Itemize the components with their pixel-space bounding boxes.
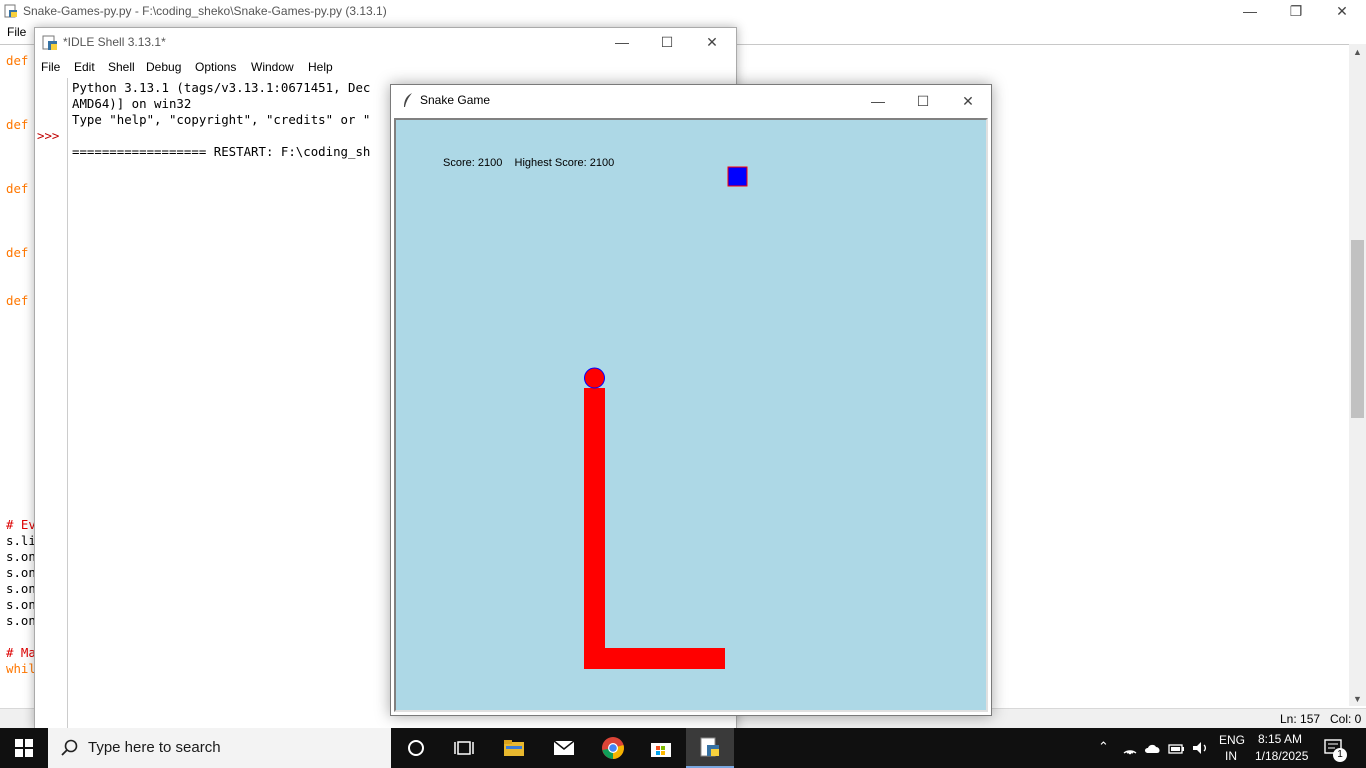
code-line: s.on bbox=[6, 581, 36, 596]
clock-time[interactable]: 8:15 AM bbox=[1258, 732, 1302, 746]
shell-line: Type "help", "copyright", "credits" or " bbox=[72, 112, 371, 127]
editor-restore-button[interactable]: ❐ bbox=[1273, 0, 1319, 22]
region-indicator[interactable]: IN bbox=[1225, 749, 1237, 763]
mail-icon[interactable] bbox=[540, 728, 588, 768]
shell-menu-edit[interactable]: Edit bbox=[74, 60, 95, 74]
shell-minimize-button[interactable]: — bbox=[599, 28, 645, 56]
shell-window-title: *IDLE Shell 3.13.1* bbox=[63, 35, 166, 49]
shell-line: Python 3.13.1 (tags/v3.13.1:0671451, Dec bbox=[72, 80, 371, 95]
store-icon[interactable] bbox=[637, 728, 685, 768]
shell-menu-shell[interactable]: Shell bbox=[108, 60, 135, 74]
scroll-up-icon[interactable]: ▲ bbox=[1353, 47, 1362, 57]
code-line: s.on bbox=[6, 597, 36, 612]
task-view-icon[interactable] bbox=[440, 728, 488, 768]
cortana-icon[interactable] bbox=[392, 728, 440, 768]
snake-head bbox=[584, 367, 605, 389]
snake-body-horizontal bbox=[584, 648, 725, 669]
shell-menu-options[interactable]: Options bbox=[195, 60, 236, 74]
game-canvas[interactable]: Score: 2100 Highest Score: 2100 bbox=[394, 118, 988, 712]
show-hidden-icons-icon[interactable]: ⌃ bbox=[1098, 739, 1109, 755]
chrome-icon[interactable] bbox=[589, 728, 637, 768]
shell-menu-window[interactable]: Window bbox=[251, 60, 294, 74]
shell-title-bar[interactable]: *IDLE Shell 3.13.1* — ☐ ✕ bbox=[35, 28, 736, 56]
snake-maximize-button[interactable]: ☐ bbox=[900, 87, 946, 115]
search-icon bbox=[61, 739, 78, 756]
snake-title-bar[interactable]: Snake Game — ☐ ✕ bbox=[391, 85, 991, 116]
editor-close-button[interactable]: ✕ bbox=[1319, 0, 1365, 22]
code-line: s.on bbox=[6, 549, 36, 564]
editor-window-title: Snake-Games-py.py - F:\coding_sheko\Snak… bbox=[23, 4, 387, 18]
search-placeholder: Type here to search bbox=[88, 739, 221, 756]
code-line: s.li bbox=[6, 533, 36, 548]
shell-close-button[interactable]: ✕ bbox=[689, 28, 735, 56]
code-line: def bbox=[6, 245, 29, 260]
status-line: Ln: 157 bbox=[1280, 712, 1321, 726]
python-file-icon bbox=[4, 4, 17, 18]
snake-window-title: Snake Game bbox=[420, 93, 491, 107]
language-indicator[interactable]: ENG bbox=[1219, 733, 1245, 747]
idle-icon bbox=[42, 35, 57, 50]
onedrive-icon[interactable] bbox=[1144, 742, 1162, 754]
code-line: s.on bbox=[6, 565, 36, 580]
editor-title-bar[interactable]: Snake-Games-py.py - F:\coding_sheko\Snak… bbox=[0, 0, 1366, 22]
shell-menu-file[interactable]: File bbox=[41, 60, 60, 74]
shell-line: ================== RESTART: F:\coding_sh bbox=[72, 144, 371, 159]
status-col: Col: 0 bbox=[1330, 712, 1362, 726]
food-square bbox=[727, 166, 748, 187]
code-line: # Ma bbox=[6, 645, 36, 660]
shell-line: AMD64)] on win32 bbox=[72, 96, 192, 111]
code-line: def bbox=[6, 53, 29, 68]
taskbar-search-box[interactable]: Type here to search bbox=[48, 728, 391, 768]
scroll-down-icon[interactable]: ▼ bbox=[1353, 694, 1362, 704]
code-line: whil bbox=[6, 661, 36, 676]
shell-menu-bar: File Edit Shell Debug Options Window Hel… bbox=[35, 56, 736, 78]
snake-game-window: Snake Game — ☐ ✕ Score: 2100 Highest Sco… bbox=[390, 84, 992, 716]
snake-body-vertical bbox=[584, 388, 605, 669]
shell-maximize-button[interactable]: ☐ bbox=[644, 28, 690, 56]
code-line: def bbox=[6, 293, 29, 308]
code-line: def bbox=[6, 117, 29, 132]
windows-logo-icon bbox=[15, 739, 33, 757]
volume-icon[interactable] bbox=[1192, 741, 1210, 755]
editor-menu-file[interactable]: File bbox=[7, 25, 26, 39]
start-button[interactable] bbox=[0, 728, 48, 768]
editor-scroll-thumb[interactable] bbox=[1351, 240, 1364, 418]
shell-menu-help[interactable]: Help bbox=[308, 60, 333, 74]
shell-prompt-gutter: >>> bbox=[35, 78, 68, 728]
code-line: def bbox=[6, 181, 29, 196]
python-idle-icon[interactable] bbox=[686, 728, 734, 768]
wifi-icon[interactable] bbox=[1122, 741, 1138, 755]
code-line: # Ev bbox=[6, 517, 36, 532]
taskbar: Type here to search ⌃ ENG IN 8:15 AM 1/1… bbox=[0, 728, 1366, 768]
shell-prompt: >>> bbox=[37, 128, 60, 143]
snake-close-button[interactable]: ✕ bbox=[945, 87, 991, 115]
game-field bbox=[584, 166, 748, 669]
snake-minimize-button[interactable]: — bbox=[855, 87, 901, 115]
feather-icon bbox=[404, 93, 412, 107]
battery-icon[interactable] bbox=[1168, 741, 1186, 755]
code-line: s.on bbox=[6, 613, 36, 628]
clock-date[interactable]: 1/18/2025 bbox=[1255, 749, 1308, 763]
notification-badge: 1 bbox=[1333, 748, 1347, 762]
editor-minimize-button[interactable]: — bbox=[1227, 0, 1273, 22]
file-explorer-icon[interactable] bbox=[490, 728, 538, 768]
shell-menu-debug[interactable]: Debug bbox=[146, 60, 181, 74]
